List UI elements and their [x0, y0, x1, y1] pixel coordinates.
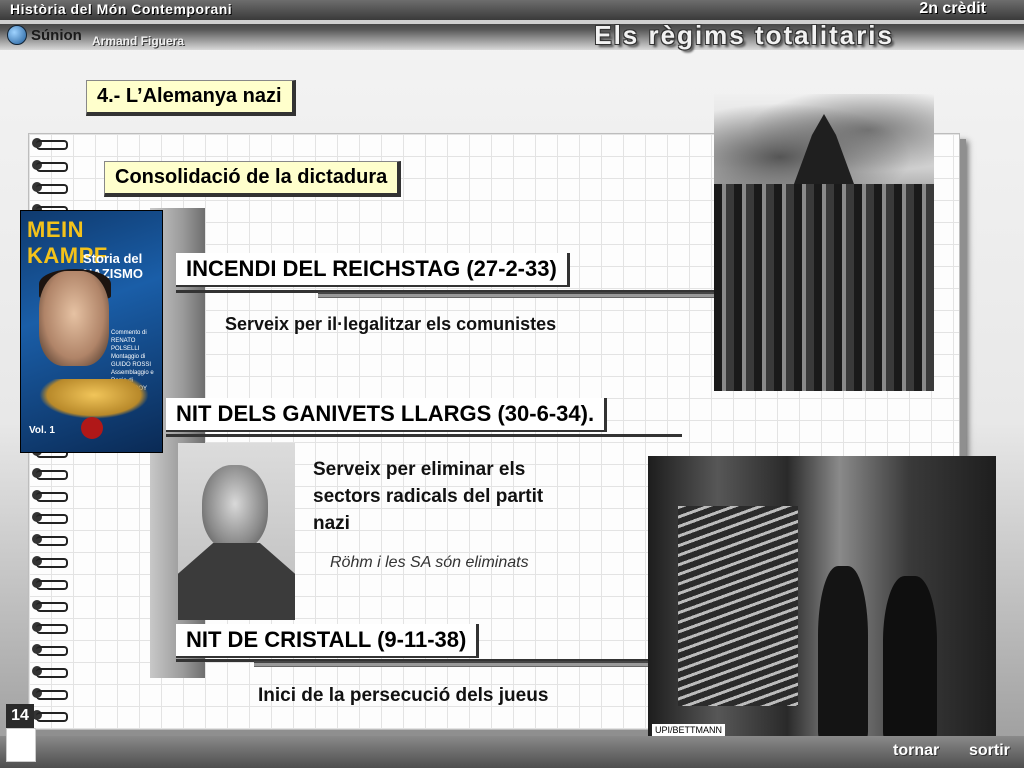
event-note-rohm: Röhm i les SA són eliminats [330, 554, 529, 571]
book-credit-line: Assemblaggio e [111, 370, 154, 376]
spiral-ring [30, 490, 68, 502]
author-name: Armand Figuera [92, 34, 185, 48]
logo-text: Súnion [31, 26, 82, 44]
spiral-ring [30, 160, 68, 172]
section-subtitle: Consolidació de la dictadura [104, 161, 402, 197]
eagle-emblem-icon [39, 379, 149, 419]
event-desc-kristallnacht: Inici de la persecució dels jueus [258, 685, 549, 706]
spiral-ring [30, 644, 68, 656]
back-button[interactable]: tornar [893, 742, 939, 760]
spiral-ring [30, 710, 68, 722]
exit-button[interactable]: sortir [969, 742, 1010, 760]
unit-title: Els règims totalitaris [594, 20, 894, 50]
pedestrian [818, 566, 868, 740]
page-number: 14 [6, 704, 34, 728]
mein-kampf-book-image: MEIN KAMPF Storia del NAZISMO Commento d… [20, 210, 163, 453]
pedestrian [883, 576, 937, 740]
footer-bar [0, 736, 1024, 768]
page-number-tab [6, 728, 36, 762]
spiral-ring [30, 468, 68, 480]
event-connector-line [166, 434, 682, 437]
book-credit-line: Montaggio di [111, 354, 146, 360]
emblem-icon [81, 417, 103, 439]
event-title-night-long-knives: NIT DELS GANIVETS LLARGS (30-6-34). [166, 398, 608, 432]
event-connector-shadow [254, 661, 650, 667]
book-subtitle-line: Storia del [83, 251, 143, 266]
globe-icon [7, 25, 27, 45]
spiral-ring [30, 556, 68, 568]
rohm-portrait-photo [178, 443, 295, 620]
spiral-ring [30, 534, 68, 546]
book-credit-line: GUIDO ROSSI [111, 362, 152, 368]
course-title: Història del Món Contemporani [10, 1, 233, 17]
spiral-ring [30, 578, 68, 590]
event-desc-reichstag: Serveix per il·legalitzar els comunistes [225, 314, 557, 334]
desc-line: Serveix per eliminar els [313, 459, 526, 480]
book-volume: Vol. 1 [29, 425, 55, 436]
book-credit-line: Commento di [111, 330, 147, 336]
event-connector-shadow [318, 292, 714, 298]
building-facade [714, 184, 934, 391]
spiral-ring [30, 182, 68, 194]
sunion-logo: Súnion [7, 24, 82, 46]
desc-line: sectors radicals del partit [313, 486, 544, 507]
section-title: 4.- L’Alemanya nazi [86, 80, 296, 116]
photo-credit: UPI/BETTMANN [652, 724, 726, 736]
kristallnacht-photo: UPI/BETTMANN [648, 456, 996, 740]
spiral-ring [30, 688, 68, 700]
portrait-face [202, 465, 268, 551]
spiral-ring [30, 622, 68, 634]
spiral-ring [30, 600, 68, 612]
desc-line: nazi [313, 513, 350, 534]
portrait-face [39, 271, 109, 366]
uniform [178, 543, 295, 620]
spiral-ring [30, 138, 68, 150]
broken-shop-window [678, 506, 798, 706]
event-title-reichstag: INCENDI DEL REICHSTAG (27-2-33) [176, 253, 570, 287]
credit-label: 2n crèdit [919, 0, 986, 17]
event-desc-night-long-knives: Serveix per eliminar els sectors radical… [313, 456, 543, 537]
spiral-ring [30, 512, 68, 524]
reichstag-fire-photo [714, 94, 934, 391]
book-credit-line: RENATO POLSELLI [111, 338, 140, 352]
event-title-kristallnacht: NIT DE CRISTALL (9-11-38) [176, 624, 480, 658]
spiral-ring [30, 666, 68, 678]
